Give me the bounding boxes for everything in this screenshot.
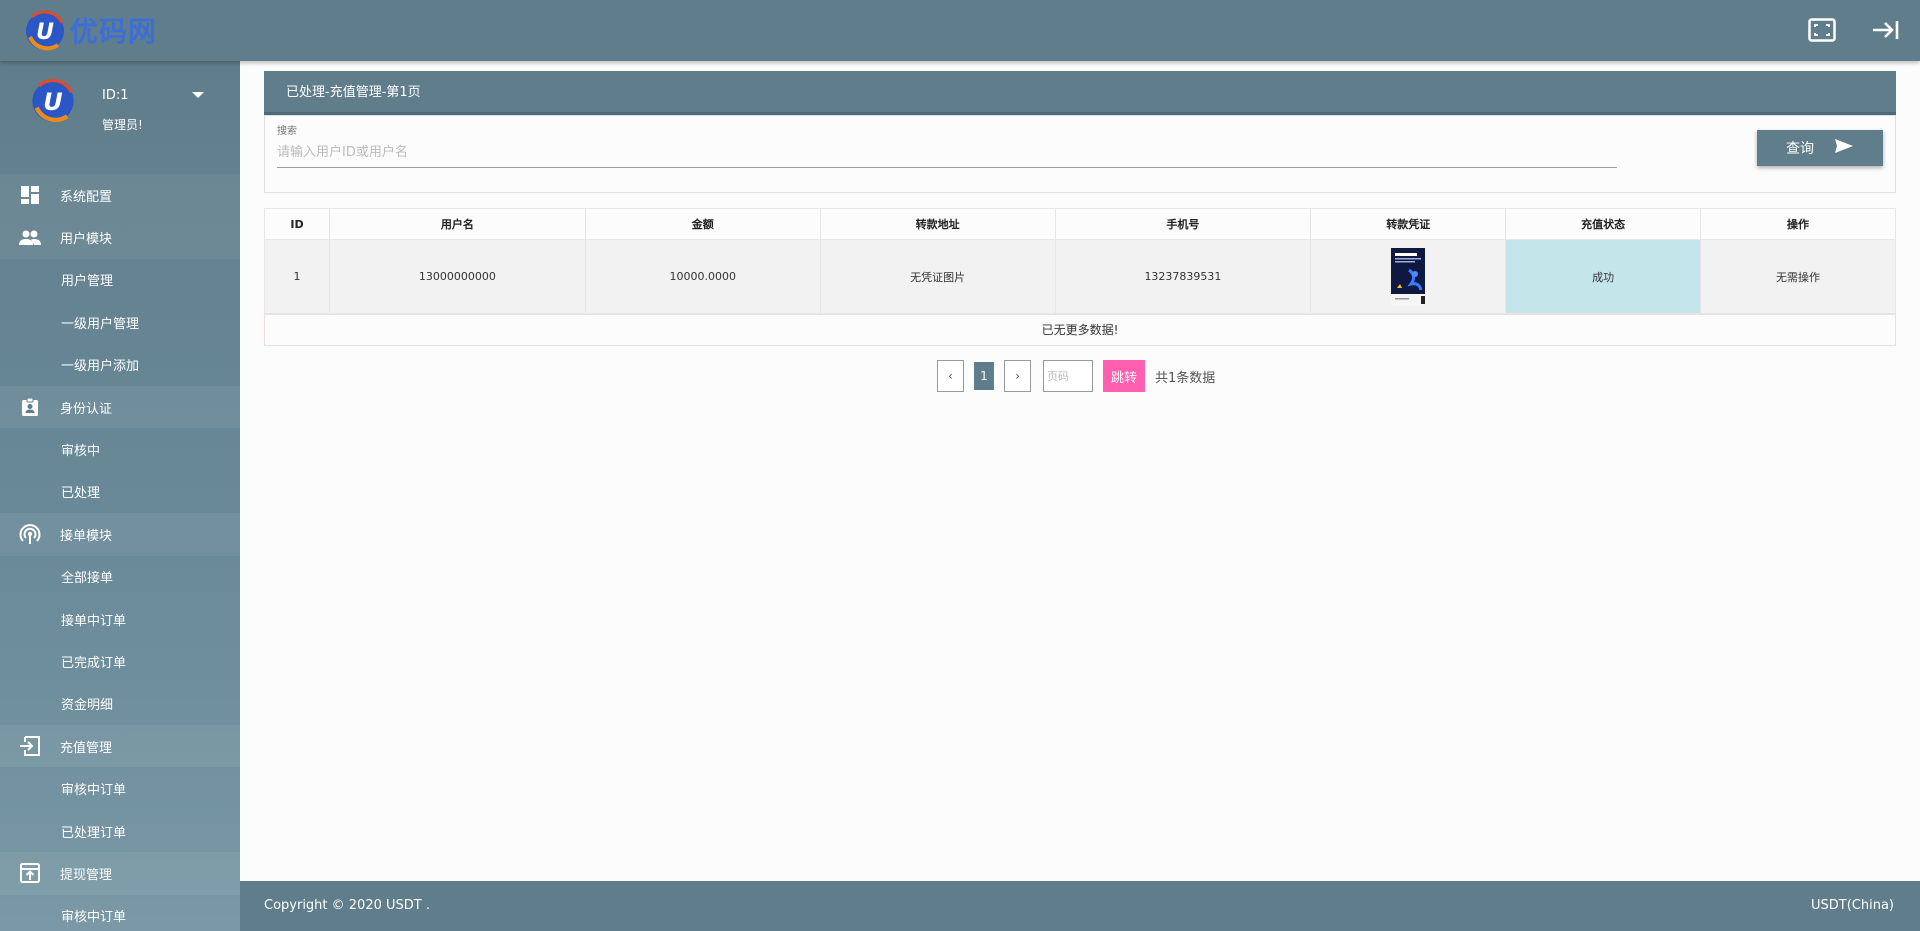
cell-phone: 13237839531 [1054,239,1312,314]
sidebar-item-recharge-manage[interactable]: 充值管理 [0,725,240,768]
sidebar-item-label: 用户模块 [60,232,113,248]
sidebar-item-fund-details[interactable]: 资金明细 [0,683,240,725]
prev-page-button[interactable]: ‹ [937,360,964,392]
dashboard-icon [0,185,60,205]
voucher-thumbnail[interactable] [1391,247,1426,306]
sidebar-item-orders-in-progress[interactable]: 接单中订单 [0,598,240,640]
svg-text:U: U [36,20,54,45]
query-button-label: 查询 [1786,141,1814,157]
sidebar-item-label: 身份认证 [60,401,113,417]
sidebar-item-orders-completed[interactable]: 已完成订单 [0,640,240,682]
cell-address: 无凭证图片 [819,239,1056,314]
sidebar-item-withdraw-manage[interactable]: 提现管理 [0,852,240,895]
sidebar-item-label: 系统配置 [60,189,113,205]
sidebar-item-label: 用户管理 [61,274,114,290]
cell-action: 无需操作 [1700,239,1896,314]
upload-box-icon [0,863,60,884]
recharge-table: ID 用户名 金额 转款地址 手机号 转款凭证 充值状态 操作 1 130000… [264,208,1896,314]
login-arrow-icon [0,736,60,757]
sidebar-item-withdraw-reviewing[interactable]: 审核中订单 [0,895,240,931]
profile-role: 管理员! [102,118,143,132]
profile-id: ID:1 [102,88,129,103]
sidebar-item-label: 审核中订单 [61,910,127,926]
logo-text: 优码网 [70,15,158,48]
pagination: ‹ 1 › 跳转 共1条数据 [937,360,1215,392]
sidebar-item-identity[interactable]: 身份认证 [0,385,240,429]
page-title: 已处理-充值管理-第1页 [264,71,1896,115]
sidebar-item-label: 一级用户管理 [61,316,140,332]
sidebar-item-label: 一级用户添加 [61,359,140,375]
sidebar-item-label: 全部接单 [61,571,114,587]
sidebar-item-label: 已处理 [61,486,101,502]
cell-username: 13000000000 [328,239,586,314]
column-header-address[interactable]: 转款地址 [819,208,1056,240]
sidebar-item-level1-user-add[interactable]: 一级用户添加 [0,344,240,386]
sidebar-item-label: 已处理订单 [61,825,127,841]
jump-button[interactable]: 跳转 [1103,360,1145,392]
search-input[interactable] [277,138,1617,168]
logo-badge-icon: U [22,7,68,53]
region-text: USDT(China) [1811,898,1894,913]
copyright-text: Copyright © 2020 USDT . [264,898,430,913]
sidebar-item-label: 已完成订单 [61,655,127,671]
id-badge-icon [0,397,60,417]
cell-amount: 10000.0000 [584,239,821,314]
sidebar-item-orders-module[interactable]: 接单模块 [0,513,240,556]
table-header-row: ID 用户名 金额 转款地址 手机号 转款凭证 充值状态 操作 [264,208,1896,240]
next-page-button[interactable]: › [1004,360,1031,392]
sidebar-item-level1-user-manage[interactable]: 一级用户管理 [0,301,240,343]
page-number-current[interactable]: 1 [974,362,994,390]
sidebar-item-system-config[interactable]: 系统配置 [0,174,240,217]
brand-logo[interactable]: U 优码网 [22,5,157,55]
send-icon [1834,138,1854,158]
exit-arrow-icon[interactable] [1870,14,1902,46]
search-label: 搜索 [277,126,297,137]
sidebar: U ID:1 管理员! 系统配置 用户模块 用户管理 一级用户管理 一级用户添加… [0,61,240,931]
chevron-down-icon[interactable] [192,92,204,98]
column-header-status[interactable]: 充值状态 [1505,208,1702,240]
sidebar-item-label: 资金明细 [61,698,114,714]
page-jump-input[interactable] [1043,360,1093,392]
total-count: 共1条数据 [1155,370,1216,386]
avatar: U [28,75,78,125]
fullscreen-icon[interactable] [1806,14,1838,46]
sidebar-item-label: 审核中 [61,444,101,460]
top-bar: U 优码网 [0,0,1920,61]
sidebar-item-label: 接单中订单 [61,613,127,629]
query-button[interactable]: 查询 [1757,130,1883,166]
sidebar-item-recharge-processed[interactable]: 已处理订单 [0,810,240,852]
cell-id: 1 [264,239,330,314]
sidebar-item-label: 充值管理 [60,740,113,756]
cell-voucher [1310,239,1507,314]
profile: U ID:1 管理员! [0,61,240,161]
sidebar-nav: 系统配置 用户模块 用户管理 一级用户管理 一级用户添加 身份认证 审核中 已处… [0,174,240,931]
sidebar-item-all-orders[interactable]: 全部接单 [0,556,240,598]
signal-icon [0,523,60,545]
footer: Copyright © 2020 USDT . USDT(China) [240,881,1920,931]
sidebar-item-identity-reviewing[interactable]: 审核中 [0,428,240,470]
search-panel: 搜索 查询 [264,115,1896,193]
no-more-data-notice: 已无更多数据! [264,314,1896,346]
svg-text:U: U [43,88,62,116]
main-content: 已处理-充值管理-第1页 搜索 查询 ID 用户名 金额 转款地址 手机号 转款… [240,61,1920,881]
sidebar-item-identity-processed[interactable]: 已处理 [0,471,240,513]
column-header-username[interactable]: 用户名 [328,208,586,240]
column-header-action[interactable]: 操作 [1700,208,1896,240]
sidebar-item-label: 接单模块 [60,528,113,544]
column-header-phone[interactable]: 手机号 [1054,208,1312,240]
sidebar-item-label: 提现管理 [60,867,113,883]
column-header-voucher[interactable]: 转款凭证 [1310,208,1507,240]
sidebar-item-recharge-reviewing[interactable]: 审核中订单 [0,767,240,809]
sidebar-item-label: 审核中订单 [61,783,127,799]
people-icon [0,230,60,246]
cell-status: 成功 [1505,239,1702,314]
column-header-amount[interactable]: 金额 [584,208,821,240]
sidebar-item-user-module[interactable]: 用户模块 [0,216,240,259]
column-header-id[interactable]: ID [264,208,330,240]
table-row[interactable]: 1 13000000000 10000.0000 无凭证图片 132378395… [264,239,1896,314]
sidebar-item-user-manage[interactable]: 用户管理 [0,259,240,301]
